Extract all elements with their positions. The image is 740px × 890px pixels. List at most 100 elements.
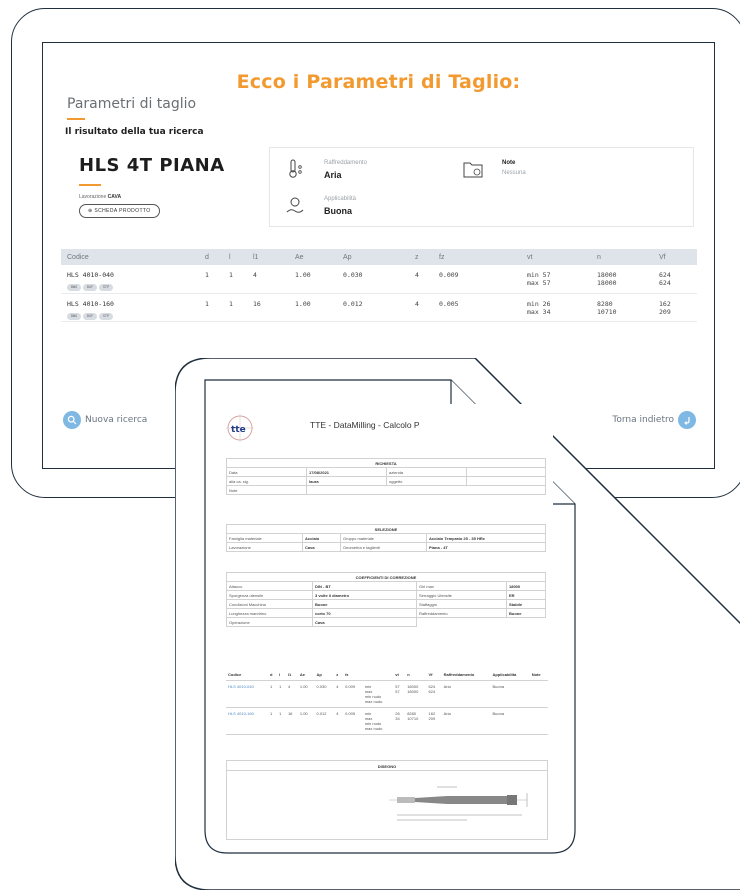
doc-vf-cell: 162 209	[426, 707, 442, 735]
coef-value: corto 70	[312, 608, 417, 618]
doc-column-header: d	[268, 670, 278, 681]
doc-column-header: l	[277, 670, 286, 681]
correction-header: COEFFICIENTI DI CORREZIONE	[226, 572, 546, 582]
n-max: 18000	[597, 279, 617, 287]
doc-column-header: vt	[393, 670, 406, 681]
doc-vt-cell: 57 57	[393, 680, 406, 708]
machining-value: Cava	[302, 542, 341, 552]
cell-l1: 16	[247, 293, 289, 322]
cell-z: 4	[409, 265, 433, 294]
vf-max: 209	[659, 307, 671, 316]
doc-cell: 0.012	[314, 707, 335, 735]
doc-cell	[529, 680, 548, 708]
results-table: Codice d l l1 Ae Ap z fz vt n Vf HLS 401…	[61, 249, 697, 322]
lightbulb-hand-icon	[284, 194, 306, 216]
doc-mode-cell: min max min nudo max nudo	[362, 707, 394, 735]
n-min: 18000	[597, 271, 617, 279]
cell-vf: 624 624	[653, 265, 697, 294]
vf-min: 162	[659, 299, 671, 308]
cell-n: 18000 18000	[591, 265, 653, 294]
doc-cell: 1	[268, 680, 278, 708]
doc-cell: 1	[277, 680, 286, 708]
group-label: Gruppo materiale	[340, 533, 427, 543]
dwg-download-button[interactable]: DWG	[67, 312, 81, 320]
date-label: Data	[226, 467, 307, 477]
applicability-value: Buona	[324, 206, 352, 216]
doc-cell: 4	[285, 680, 298, 708]
coef-label: Attacco	[226, 581, 313, 591]
cell-ae: 1.00	[289, 293, 337, 322]
cell-z: 4	[409, 293, 433, 322]
request-header: RICHIESTA	[226, 458, 546, 468]
company-label: azienda	[386, 467, 467, 477]
company-value	[466, 467, 546, 477]
page-title: Ecco i Parametri di Taglio:	[236, 71, 521, 93]
doc-column-header	[362, 670, 394, 681]
drawing-section: DISEGNO	[226, 760, 548, 840]
dxf-download-button[interactable]: DXF	[83, 284, 97, 291]
column-header: z	[409, 249, 433, 265]
group-value: Acciaio Temprato 25 - 35 HRc	[426, 533, 546, 543]
column-header: Vf	[653, 249, 697, 265]
doc-column-header: Ae	[297, 670, 315, 681]
working-value: CAVA	[107, 194, 122, 200]
column-header: fz	[433, 249, 521, 265]
info-panel: Raffreddamento Aria Note Nessuna Applica…	[269, 147, 694, 227]
doc-n-cell: 8280 10710	[405, 707, 427, 735]
new-search-button[interactable]: Nuova ricerca	[63, 411, 151, 429]
doc-vt-cell: 26 34	[393, 707, 406, 735]
dwg-download-button[interactable]: DWG	[67, 284, 81, 291]
notes-title: Note	[502, 160, 516, 166]
tool-drawing	[389, 786, 528, 821]
notes-value: Nessuna	[502, 170, 526, 176]
vt-min: min 26	[527, 299, 551, 308]
column-header: l	[223, 249, 247, 265]
cell-l: 1	[223, 293, 247, 322]
correction-table: COEFFICIENTI DI CORREZIONE Attacco DIN -…	[226, 572, 546, 627]
attention-label: alla ca. sig.	[226, 476, 307, 486]
doc-column-header: z	[334, 670, 344, 681]
family-label: Famiglia materiale	[226, 533, 303, 543]
doc-n-cell: 18000 18000	[405, 680, 427, 708]
applicability-title: Applicabilità	[324, 196, 357, 202]
product-sheet-button[interactable]: ⊕ SCHEDA PRODOTTO	[79, 204, 160, 218]
subject-value	[466, 476, 546, 486]
product-code: HLS 4010-040	[67, 271, 114, 279]
doc-product-link[interactable]: HLS 4010-160	[226, 707, 269, 735]
selection-header: SELEZIONE	[226, 524, 546, 534]
coef-label: Sporgenza utensile	[226, 590, 313, 600]
machining-label: Lavorazione	[226, 542, 303, 552]
table-row: HLS 4010-160 DWG DXF STP 1 1 16 1.00 0.012…	[61, 293, 697, 322]
column-header: n	[591, 249, 653, 265]
vt-max: max 34	[527, 307, 551, 316]
coef-value: Cava	[312, 617, 417, 627]
doc-cell: 4	[334, 707, 344, 735]
table-header-row: Codice d l l1 Ae Ap z fz vt n Vf	[61, 249, 697, 265]
doc-column-header: n	[405, 670, 427, 681]
doc-cell	[529, 707, 548, 735]
cell-vf: 162 209	[653, 293, 697, 322]
working-label: Lavorazione	[79, 194, 107, 200]
n-max: 10710	[597, 307, 617, 316]
attention-value: laura	[306, 476, 387, 486]
stp-download-button[interactable]: STP	[99, 312, 113, 320]
product-code: HLS 4010-160	[67, 299, 114, 308]
coef-label: Lunghezza mandrino	[226, 608, 313, 618]
stp-download-button[interactable]: STP	[99, 284, 113, 291]
coef-value: ER	[506, 590, 546, 600]
doc-cell: Buona	[490, 680, 530, 708]
coef-value: DIN - BT	[312, 581, 417, 591]
vf-min: 624	[659, 271, 671, 279]
logo-text: tte	[231, 425, 246, 435]
doc-product-link[interactable]: HLS 4010-040	[226, 680, 269, 708]
drawing-title: DISEGNO	[227, 762, 547, 771]
dxf-download-button[interactable]: DXF	[83, 312, 97, 320]
pdf-document-illustration: tte TTE - DataMilling - Calcolo P RICHIE…	[175, 358, 740, 890]
cell-l1: 4	[247, 265, 289, 294]
geometry-label: Geometria e taglienti	[340, 542, 427, 552]
coef-label: Giri max	[416, 581, 507, 591]
column-header: vt	[521, 249, 591, 265]
product-card: HLS 4T PIANA Lavorazione CAVA ⊕ SCHEDA P…	[69, 147, 265, 227]
doc-column-header: Note	[529, 670, 548, 681]
column-header: Ap	[337, 249, 409, 265]
